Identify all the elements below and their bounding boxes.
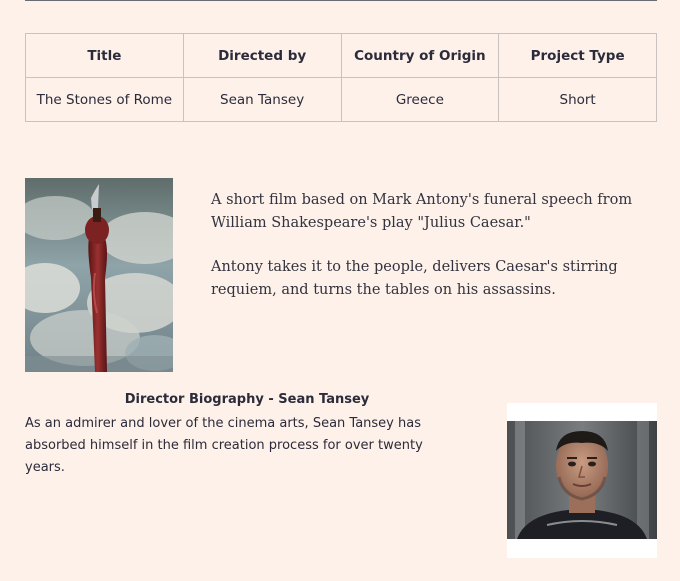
header-country-of-origin: Country of Origin <box>340 33 500 78</box>
film-still-image <box>25 178 173 372</box>
film-info-table: Title Directed by Country of Origin Proj… <box>25 33 657 122</box>
table-row: The Stones of Rome Sean Tansey Greece Sh… <box>25 77 657 122</box>
table-header-row: Title Directed by Country of Origin Proj… <box>25 33 657 78</box>
cell-country: Greece <box>340 77 500 122</box>
director-photo-frame <box>507 403 657 558</box>
header-directed-by: Directed by <box>182 33 342 78</box>
cell-director: Sean Tansey <box>182 77 342 122</box>
synopsis-paragraph-1: A short film based on Mark Antony's fune… <box>211 192 633 231</box>
top-divider <box>25 0 657 1</box>
director-portrait-image <box>507 421 657 539</box>
director-bio-heading: Director Biography - Sean Tansey <box>124 392 370 407</box>
header-title: Title <box>25 33 184 78</box>
synopsis-paragraph-2: Antony takes it to the people, delivers … <box>211 259 618 298</box>
header-project-type: Project Type <box>498 33 657 78</box>
director-bio-text: As an admirer and lover of the cinema ar… <box>25 416 423 475</box>
film-synopsis: A short film based on Mark Antony's fune… <box>211 189 661 323</box>
cell-project-type: Short <box>498 77 657 122</box>
cell-title: The Stones of Rome <box>25 77 184 122</box>
